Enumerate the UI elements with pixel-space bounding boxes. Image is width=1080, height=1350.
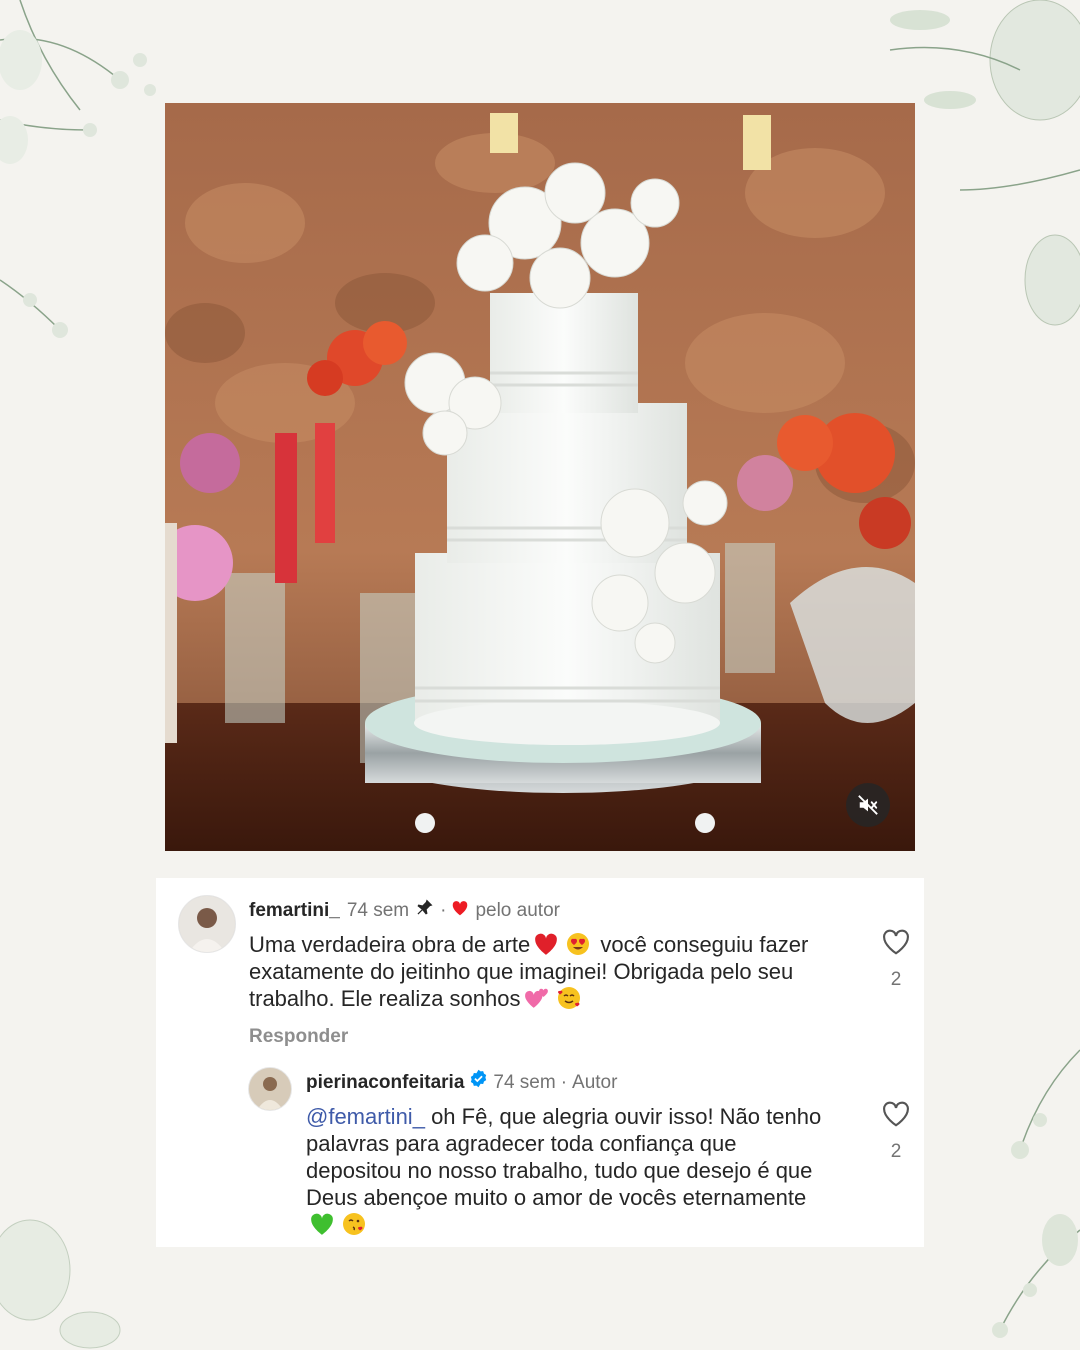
like-column: 2 (876, 1100, 916, 1163)
pin-icon (415, 897, 435, 926)
reply-button[interactable]: Responder (249, 1026, 829, 1048)
mention-link[interactable]: @femartini_ (306, 1104, 425, 1129)
comment-body: femartini_ 74 sem · pelo autor Uma verda… (249, 897, 829, 1048)
username[interactable]: femartini_ (249, 897, 340, 925)
comment-meta: femartini_ 74 sem · pelo autor (249, 897, 829, 925)
like-column: 2 (876, 928, 916, 991)
verified-badge-icon (469, 1069, 488, 1097)
comment-time: 74 sem (346, 900, 410, 921)
heart-filled-icon (451, 897, 469, 925)
comment-meta: pierinaconfeitaria 74 sem · Autor (306, 1069, 826, 1097)
heart-eyes-emoji-icon (567, 933, 590, 955)
user-avatar-image (179, 896, 235, 952)
green-heart-emoji-icon (311, 1213, 333, 1235)
comment-text-part: Uma verdadeira obra de arte (249, 932, 531, 957)
like-count: 2 (890, 969, 902, 990)
red-heart-emoji-icon (535, 933, 558, 955)
two-hearts-emoji-icon (524, 988, 548, 1008)
mute-button[interactable] (846, 783, 890, 827)
user-avatar-image (249, 1068, 291, 1110)
avatar[interactable] (178, 895, 236, 953)
separator-dot: · (560, 1072, 568, 1093)
liked-by-author-label: pelo autor (475, 900, 560, 921)
separator-dot: · (440, 900, 447, 921)
comment-body: pierinaconfeitaria 74 sem · Autor @femar… (306, 1069, 826, 1238)
username[interactable]: pierinaconfeitaria (306, 1069, 464, 1097)
heart-outline-icon[interactable] (881, 1100, 911, 1128)
comment-text: Uma verdadeira obra de arte você consegu… (249, 931, 829, 1012)
speaker-muted-icon (858, 795, 878, 815)
smiling-face-with-hearts-emoji-icon (557, 987, 580, 1009)
comment-time: 74 sem (493, 1072, 556, 1093)
cake-photo-illustration (165, 103, 915, 851)
comment-text: @femartini_ oh Fê, que alegria ouvir iss… (306, 1103, 826, 1238)
floral-decoration-bottom-left (0, 1219, 121, 1349)
face-blowing-kiss-emoji-icon (343, 1213, 365, 1235)
comments-card: femartini_ 74 sem · pelo autor Uma verda… (156, 878, 924, 1247)
like-count: 2 (890, 1141, 902, 1162)
heart-outline-icon[interactable] (881, 928, 911, 956)
floral-decoration-bottom-right (992, 1049, 1080, 1338)
author-tag: Autor (572, 1072, 618, 1093)
post-photo[interactable] (165, 103, 915, 851)
avatar[interactable] (248, 1067, 292, 1111)
